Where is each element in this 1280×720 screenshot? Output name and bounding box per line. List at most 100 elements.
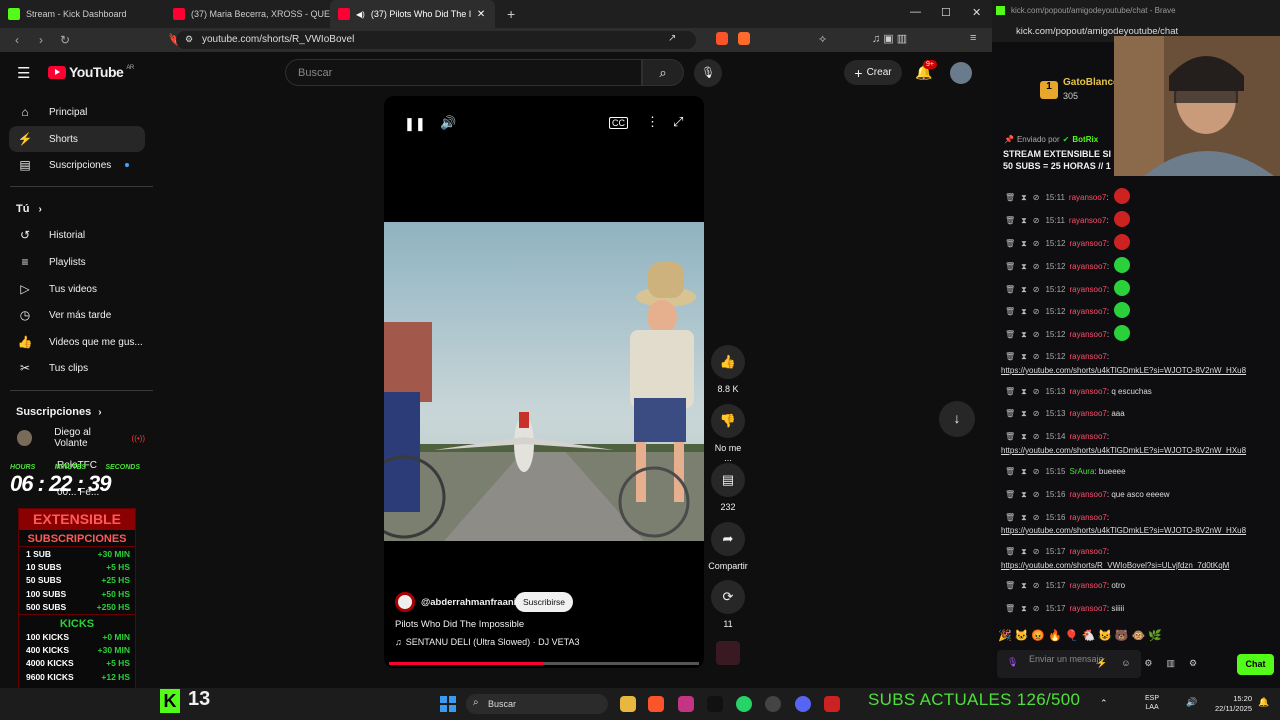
chat-message[interactable]: 🗑 ⧗ ⊘ 15:11 rayansoo7: xyxy=(1005,216,1109,226)
tab-kick-dashboard[interactable]: Stream - Kick Dashboard xyxy=(0,0,165,28)
minimize-icon[interactable]: — xyxy=(910,6,921,18)
chat-message[interactable]: 🗑 ⧗ ⊘ 15:13 rayansoo7: aaa xyxy=(1005,409,1125,419)
taskbar-search[interactable]: ⌕ Buscar xyxy=(466,694,608,714)
share-button[interactable]: ➦ Compartir xyxy=(704,522,752,571)
message-user[interactable]: rayansoo7 xyxy=(1070,285,1107,294)
avatar[interactable] xyxy=(950,62,972,84)
new-tab-button[interactable]: + xyxy=(507,6,515,22)
delete-icon[interactable]: 🗑 xyxy=(1005,262,1015,271)
chat-message[interactable]: 🗑 ⧗ ⊘ 15:17 rayansoo7: siiiii xyxy=(1005,604,1124,614)
maximize-icon[interactable]: ☐ xyxy=(941,6,951,19)
timeout-icon[interactable]: ⧗ xyxy=(1021,330,1027,339)
ban-icon[interactable]: ⊘ xyxy=(1033,581,1040,590)
message-user[interactable]: rayansoo7 xyxy=(1070,490,1107,499)
timeout-icon[interactable]: ⧗ xyxy=(1021,467,1027,476)
timeout-icon[interactable]: ⧗ xyxy=(1021,193,1027,202)
notification-center-icon[interactable]: 🔔 xyxy=(1258,697,1269,708)
timeout-icon[interactable]: ⧗ xyxy=(1021,409,1027,418)
chat-message[interactable]: 🗑 ⧗ ⊘ 15:12 rayansoo7: xyxy=(1005,285,1109,295)
brave-rewards-icon[interactable] xyxy=(738,32,750,45)
timeout-icon[interactable]: ⧗ xyxy=(1021,239,1027,248)
sidebar-item-playlists[interactable]: ≡ Playlists xyxy=(9,249,145,275)
timeout-icon[interactable]: ⧗ xyxy=(1021,604,1027,613)
delete-icon[interactable]: 🗑 xyxy=(1005,330,1015,339)
chat-message[interactable]: 🗑 ⧗ ⊘ 15:15 SrAura: bueeee xyxy=(1005,467,1126,477)
language-indicator[interactable]: ESP LAA xyxy=(1145,694,1159,712)
like-button[interactable]: 👍 8.8 K xyxy=(710,345,746,394)
notifications-button[interactable]: 🔔 9+ xyxy=(915,60,937,81)
app-icon[interactable] xyxy=(824,696,840,712)
captions-icon[interactable]: CC xyxy=(609,117,628,129)
remix-button[interactable]: ⟳ 11 xyxy=(710,580,746,629)
delete-icon[interactable]: 🗑 xyxy=(1005,547,1015,556)
sidebar-channel-diego[interactable]: Diego al Volante ((•)) xyxy=(9,425,145,451)
volume-icon[interactable]: 🔊 xyxy=(1186,697,1197,708)
message-user[interactable]: SrAura xyxy=(1070,467,1095,476)
ban-icon[interactable]: ⊘ xyxy=(1033,490,1040,499)
timeout-icon[interactable]: ⧗ xyxy=(1021,216,1027,225)
ban-icon[interactable]: ⊘ xyxy=(1033,352,1040,361)
ban-icon[interactable]: ⊘ xyxy=(1033,285,1040,294)
message-user[interactable]: rayansoo7 xyxy=(1070,604,1107,613)
timeout-icon[interactable]: ⧗ xyxy=(1021,262,1027,271)
voice-search-button[interactable]: 🎙 xyxy=(694,59,722,87)
ban-icon[interactable]: ⊘ xyxy=(1033,387,1040,396)
sound-thumbnail[interactable] xyxy=(716,641,740,665)
ban-icon[interactable]: ⊘ xyxy=(1033,262,1040,271)
emote-strip[interactable]: 🎉🐱😡🔥🎈🐔😺🐻🐵🌿 xyxy=(998,629,1165,642)
channel-avatar[interactable] xyxy=(395,592,415,612)
message-user[interactable]: rayansoo7 xyxy=(1070,307,1107,316)
ban-icon[interactable]: ⊘ xyxy=(1033,307,1040,316)
chat-message[interactable]: 🗑 ⧗ ⊘ 15:12 rayansoo7: xyxy=(1005,352,1109,362)
delete-icon[interactable]: 🗑 xyxy=(1005,216,1015,225)
message-user[interactable]: rayansoo7 xyxy=(1070,262,1107,271)
ban-icon[interactable]: ⊘ xyxy=(1033,193,1040,202)
timeout-icon[interactable]: ⧗ xyxy=(1021,432,1027,441)
create-button[interactable]: + Crear xyxy=(844,60,902,85)
ban-icon[interactable]: ⊘ xyxy=(1033,409,1040,418)
file-explorer-icon[interactable] xyxy=(620,696,636,712)
more-options-icon[interactable]: ⋮ xyxy=(646,114,659,130)
reload-icon[interactable]: ↻ xyxy=(58,33,72,47)
dislike-button[interactable]: 👎 No me ... xyxy=(710,404,746,463)
delete-icon[interactable]: 🗑 xyxy=(1005,387,1015,396)
comments-button[interactable]: ▤ 232 xyxy=(710,463,746,512)
chat-send-button[interactable]: Chat xyxy=(1237,654,1274,675)
fullscreen-icon[interactable]: ⤢ xyxy=(673,114,683,130)
share-icon[interactable]: ↗ xyxy=(668,33,676,44)
url-field[interactable]: ⚙ youtube.com/shorts/R_VWIoBovel xyxy=(176,31,696,49)
message-user[interactable]: rayansoo7 xyxy=(1070,409,1107,418)
chat-message[interactable]: 🗑 ⧗ ⊘ 15:16 rayansoo7: que asco eeeew xyxy=(1005,490,1170,500)
ban-icon[interactable]: ⊘ xyxy=(1033,239,1040,248)
pinned-message[interactable]: 📌 Enviado por ✔ BotRix STREAM EXTENSIBLE… xyxy=(996,128,1114,178)
menu-icon[interactable]: ≡ xyxy=(970,32,976,44)
close-window-icon[interactable]: ✕ xyxy=(972,6,981,19)
music-row[interactable]: ♫ SENTANU DELI (Ultra Slowed) · DJ VETA3 xyxy=(395,637,579,647)
delete-icon[interactable]: 🗑 xyxy=(1005,490,1015,499)
chat-message[interactable]: 🗑 ⧗ ⊘ 15:11 rayansoo7: xyxy=(1005,193,1109,203)
delete-icon[interactable]: 🗑 xyxy=(1005,409,1015,418)
delete-icon[interactable]: 🗑 xyxy=(1005,604,1015,613)
chat-link[interactable]: https://youtube.com/shorts/R_VWIoBovel?s… xyxy=(1001,561,1229,570)
next-video-button[interactable]: ↓ xyxy=(939,401,975,437)
forward-icon[interactable]: › xyxy=(34,33,48,47)
message-user[interactable]: rayansoo7 xyxy=(1069,216,1106,225)
delete-icon[interactable]: 🗑 xyxy=(1005,307,1015,316)
chat-message[interactable]: 🗑 ⧗ ⊘ 15:17 rayansoo7: xyxy=(1005,547,1109,557)
steam-icon[interactable] xyxy=(765,696,781,712)
chat-tools[interactable]: ⚡☺⚙▥⚙ xyxy=(1096,658,1211,669)
delete-icon[interactable]: 🗑 xyxy=(1005,352,1015,361)
message-user[interactable]: rayansoo7 xyxy=(1070,239,1107,248)
chat-message[interactable]: 🗑 ⧗ ⊘ 15:12 rayansoo7: xyxy=(1005,330,1109,340)
clock[interactable]: 15:20 22/11/2025 xyxy=(1208,694,1252,714)
chat-link[interactable]: https://youtube.com/shorts/u4kTlGDmkLE?s… xyxy=(1001,526,1246,535)
site-info-icon[interactable]: ⚙ xyxy=(185,34,193,45)
ban-icon[interactable]: ⊘ xyxy=(1033,547,1040,556)
start-icon[interactable] xyxy=(440,696,456,712)
chat-message[interactable]: 🗑 ⧗ ⊘ 15:16 rayansoo7: xyxy=(1005,513,1109,523)
sidebar-item-tus-clips[interactable]: ✂ Tus clips xyxy=(9,355,145,381)
delete-icon[interactable]: 🗑 xyxy=(1005,285,1015,294)
leader-name[interactable]: GatoBlanco xyxy=(1063,77,1119,88)
delete-icon[interactable]: 🗑 xyxy=(1005,193,1015,202)
chevron-up-icon[interactable]: ⌃ xyxy=(1100,698,1108,709)
